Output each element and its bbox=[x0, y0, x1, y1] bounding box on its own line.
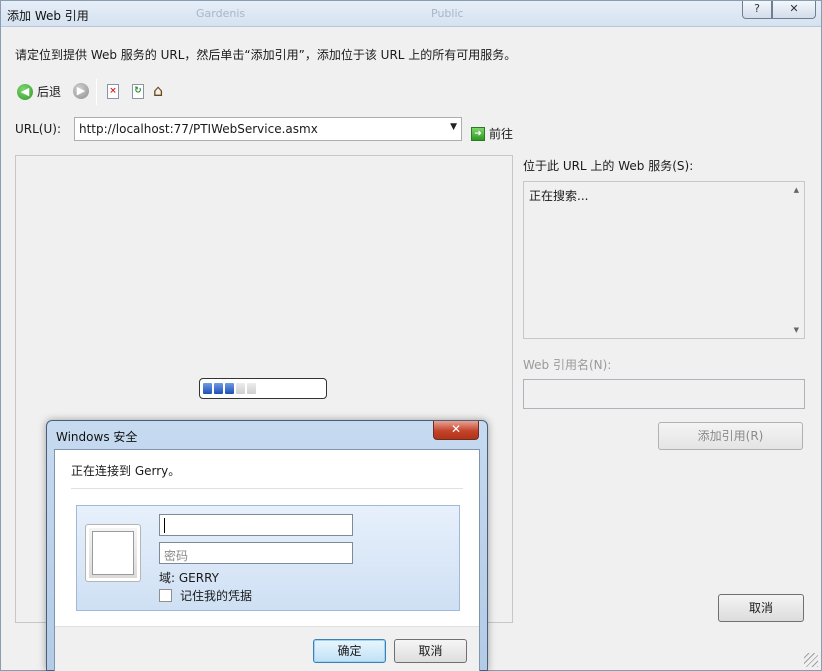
browser-toolbar: ◀ 后退 ▶ × ↻ ⌂ bbox=[15, 79, 215, 105]
web-reference-name-input[interactable] bbox=[523, 379, 805, 409]
windows-security-dialog: Windows 安全 ✕ 正在连接到 Gerry。 密码 域: GERRY 记住… bbox=[46, 420, 488, 671]
security-close-icon[interactable]: ✕ bbox=[433, 421, 479, 440]
background-blurred-text: Gardenis bbox=[196, 7, 246, 20]
back-button[interactable]: ◀ 后退 bbox=[17, 83, 61, 100]
progress-segment bbox=[214, 383, 223, 394]
progress-segment bbox=[247, 383, 256, 394]
url-input-value[interactable]: http://localhost:77/PTIWebService.asmx bbox=[79, 122, 318, 136]
add-reference-button[interactable]: 添加引用(R) bbox=[658, 422, 803, 450]
back-arrow-icon: ◀ bbox=[17, 83, 33, 100]
remember-label: 记住我的凭据 bbox=[180, 589, 253, 603]
refresh-icon[interactable]: ↻ bbox=[132, 84, 144, 99]
stop-icon[interactable]: × bbox=[107, 84, 119, 99]
password-placeholder: 密码 bbox=[164, 549, 189, 563]
scroll-up-icon[interactable]: ▲ bbox=[794, 186, 799, 194]
title-bar[interactable]: 添加 Web 引用 Gardenis Public ? ✕ bbox=[1, 1, 821, 27]
loading-progress-bar bbox=[199, 378, 327, 399]
window-title: 添加 Web 引用 bbox=[7, 9, 89, 23]
scroll-down-icon[interactable]: ▼ bbox=[794, 326, 799, 334]
user-avatar-icon bbox=[85, 524, 141, 582]
text-caret bbox=[164, 518, 165, 533]
security-dialog-title: Windows 安全 bbox=[56, 430, 138, 444]
progress-segment bbox=[236, 383, 245, 394]
divider bbox=[71, 488, 463, 489]
domain-text: 域: GERRY bbox=[159, 571, 219, 585]
back-button-label: 后退 bbox=[37, 85, 62, 99]
services-list[interactable]: 正在搜索... ▲ ▼ bbox=[523, 181, 805, 339]
ok-button[interactable]: 确定 bbox=[313, 639, 386, 663]
connecting-text: 正在连接到 Gerry。 bbox=[71, 464, 181, 478]
services-status-text: 正在搜索... bbox=[529, 189, 589, 203]
security-dialog-footer: 确定 取消 bbox=[55, 626, 479, 671]
resize-grip[interactable] bbox=[804, 653, 818, 667]
security-cancel-button[interactable]: 取消 bbox=[394, 639, 467, 663]
web-reference-name-label: Web 引用名(N): bbox=[523, 358, 612, 372]
instruction-text: 请定位到提供 Web 服务的 URL，然后单击“添加引用”，添加位于该 URL … bbox=[15, 48, 517, 62]
go-button[interactable]: ➜ 前往 bbox=[471, 125, 513, 142]
close-button[interactable]: ✕ bbox=[772, 1, 816, 19]
help-button[interactable]: ? bbox=[742, 1, 772, 19]
services-label: 位于此 URL 上的 Web 服务(S): bbox=[523, 159, 694, 173]
remember-credentials[interactable]: 记住我的凭据 bbox=[159, 587, 252, 604]
url-combobox[interactable]: http://localhost:77/PTIWebService.asmx ▼ bbox=[74, 117, 462, 141]
toolbar-separator bbox=[96, 79, 97, 105]
chevron-down-icon[interactable]: ▼ bbox=[450, 122, 457, 132]
progress-segment bbox=[225, 383, 234, 394]
url-label: URL(U): bbox=[15, 122, 61, 136]
go-arrow-icon: ➜ bbox=[471, 126, 485, 141]
forward-arrow-icon: ▶ bbox=[73, 83, 89, 99]
password-input[interactable]: 密码 bbox=[159, 542, 353, 564]
background-blurred-text: Public bbox=[431, 7, 464, 20]
username-input[interactable] bbox=[159, 514, 353, 536]
remember-checkbox[interactable] bbox=[159, 589, 172, 602]
forward-button[interactable]: ▶ bbox=[73, 83, 89, 99]
credential-tile[interactable]: 密码 域: GERRY 记住我的凭据 bbox=[76, 505, 460, 611]
cancel-button[interactable]: 取消 bbox=[718, 594, 804, 622]
security-dialog-body: 正在连接到 Gerry。 密码 域: GERRY 记住我的凭据 确定 取消 bbox=[54, 449, 480, 671]
avatar-frame bbox=[92, 531, 134, 575]
progress-segment bbox=[203, 383, 212, 394]
home-icon[interactable]: ⌂ bbox=[153, 81, 163, 100]
go-button-label: 前往 bbox=[489, 127, 514, 141]
